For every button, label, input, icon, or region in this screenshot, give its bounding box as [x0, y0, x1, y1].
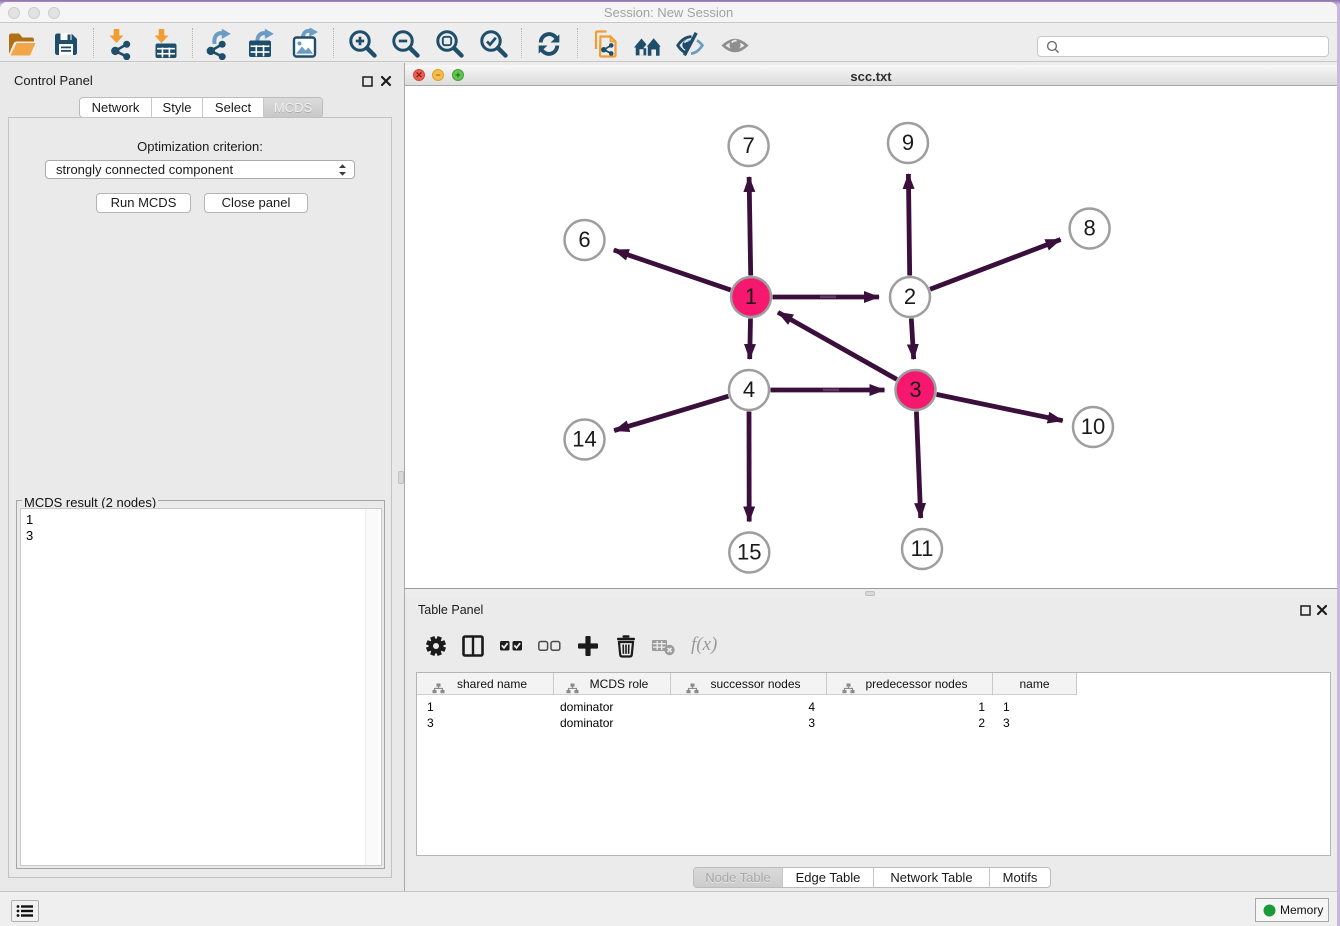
svg-text:9: 9 [902, 130, 914, 155]
svg-text:1: 1 [745, 284, 757, 309]
svg-text:7: 7 [742, 133, 754, 158]
svg-text:3: 3 [909, 377, 921, 402]
svg-text:6: 6 [578, 227, 590, 252]
svg-text:8: 8 [1083, 216, 1095, 241]
svg-text:11: 11 [911, 536, 934, 561]
svg-text:14: 14 [572, 427, 596, 452]
svg-text:15: 15 [737, 540, 761, 565]
svg-text:4: 4 [743, 377, 755, 402]
svg-text:2: 2 [904, 284, 916, 309]
svg-text:10: 10 [1081, 414, 1105, 439]
